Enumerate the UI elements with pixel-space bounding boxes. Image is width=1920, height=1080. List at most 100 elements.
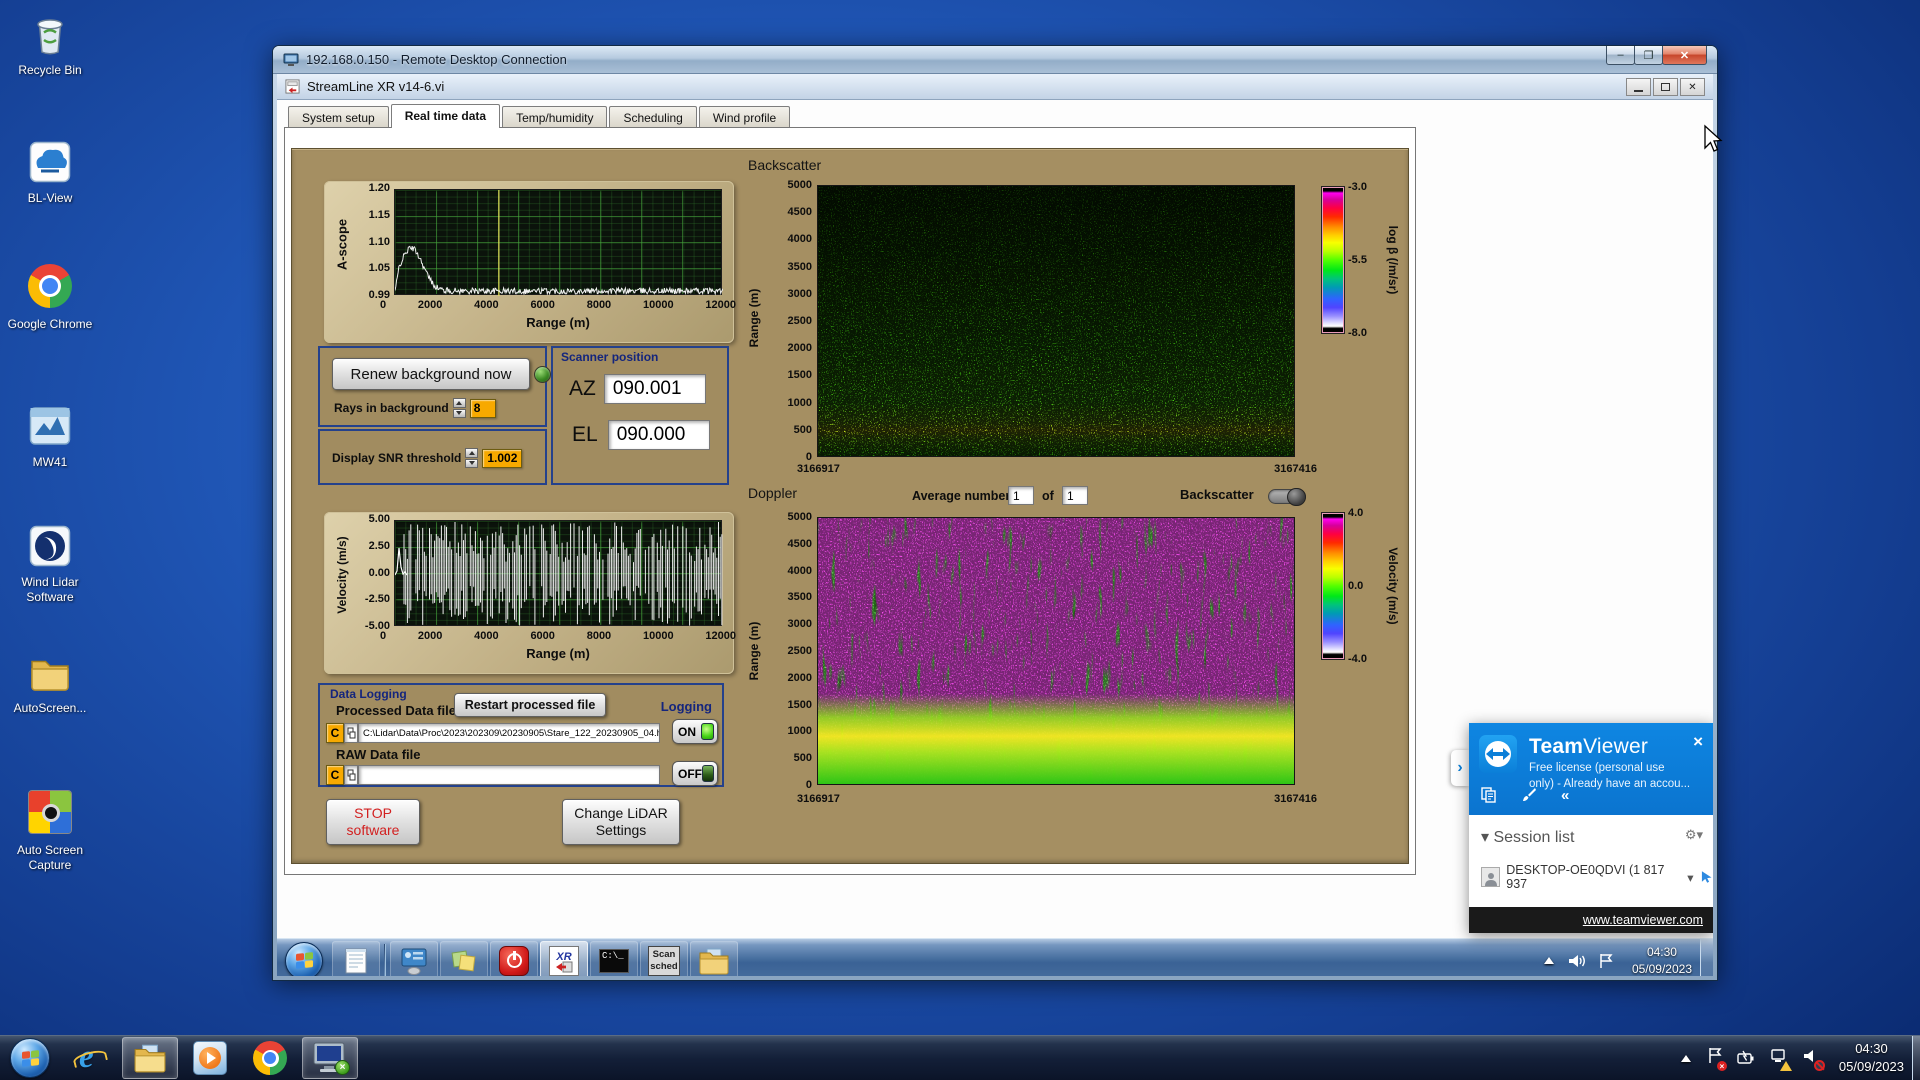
display-settings-icon [401,948,427,975]
doppler-heatmap[interactable] [817,517,1295,785]
backscatter-colorbar-label: log β (/m/sr) [1386,225,1400,295]
collapse-icon[interactable]: « [1561,787,1569,807]
tick-label: 0 [380,299,387,311]
remote-start-button[interactable] [285,941,323,976]
el-value-field[interactable]: 090.000 [607,420,710,450]
tray-expand-icon[interactable] [1543,957,1554,964]
remote-taskbar-notepad[interactable] [332,940,380,976]
backscatter-doppler-toggle[interactable] [1268,488,1306,506]
session-list-header[interactable]: ▾ Session list [1481,827,1574,847]
tab-system-setup[interactable]: System setup [288,106,389,128]
remote-taskbar-folder[interactable] [690,940,738,976]
rays-value-field[interactable]: 8 [469,398,496,418]
tick-label: 0 [805,778,812,791]
desktop-icon-autoscreen[interactable]: AutoScreen... [2,648,98,716]
gear-icon[interactable]: ⚙▾ [1685,827,1703,843]
tick-label: 1000 [787,725,812,738]
action-center-flag-icon[interactable] [1598,953,1614,969]
restart-processed-file-button[interactable]: Restart processed file [454,693,606,717]
sticky-notes-icon [451,950,476,971]
snr-spinner[interactable] [465,448,479,468]
app-close-button[interactable]: ✕ [1680,78,1705,96]
session-entry-row[interactable]: DESKTOP-OE0QDVI (1 817 937 ▾ [1481,863,1713,891]
tab-wind-profile[interactable]: Wind profile [698,106,791,128]
desktop-icon-auto-screen-capture[interactable]: Auto Screen Capture [2,788,98,873]
host-taskbar-internet-explorer[interactable]: e [62,1037,118,1079]
remote-taskbar-stop-power[interactable] [490,940,538,976]
chevron-down-icon[interactable]: ▾ [1687,870,1693,885]
host-clock[interactable]: 04:30 05/09/2023 [1831,1040,1912,1075]
drive-button[interactable]: C [326,723,344,743]
speaker-muted-icon[interactable] [1803,1048,1825,1071]
processed-logging-on-switch[interactable]: ON [672,719,718,744]
average-number-field[interactable]: 1 [1008,486,1034,505]
tick-label: 0.00 [368,566,390,579]
desktop-icon-mw41[interactable]: MW41 [2,402,98,470]
host-taskbar-media-player[interactable] [182,1037,238,1079]
teamviewer-link[interactable]: www.teamviewer.com [1583,913,1703,927]
remote-taskbar-streamline-xr[interactable]: XR [540,940,588,976]
rays-spinner[interactable] [452,398,466,418]
el-label: EL [572,423,598,446]
backscatter-heatmap[interactable] [817,185,1295,457]
copy-icon[interactable] [1481,787,1497,807]
velocity-x-axis-label: Range (m) [526,646,590,661]
rdp-window: 192.168.0.150 - Remote Desktop Connectio… [272,45,1718,981]
tick-label: -4.0 [1348,653,1367,665]
desktop-icon-google-chrome[interactable]: Google Chrome [2,262,98,332]
rdp-minimize-button[interactable]: – [1606,46,1635,65]
network-status-icon[interactable] [1771,1048,1792,1071]
remote-taskbar-scan-scheduler[interactable]: Scan sched [640,940,688,976]
desktop-icon-bl-view[interactable]: BL-View [2,138,98,206]
processed-path-field[interactable]: C:\Lidar\Data\Proc\2023\202309\20230905\… [358,723,660,743]
stop-software-button[interactable]: STOP software [326,799,420,845]
host-taskbar-chrome[interactable] [242,1037,298,1079]
remote-show-desktop-button[interactable] [1700,939,1713,976]
rdp-restore-button[interactable]: ❐ [1634,46,1663,65]
renew-background-button[interactable]: Renew background now [332,358,530,390]
remote-taskbar-display-settings[interactable] [390,940,438,976]
tick-label: 4.0 [1348,507,1364,519]
connect-cursor-icon[interactable] [1700,870,1713,884]
teamviewer-logo-icon [1479,735,1517,773]
velocity-plot-area[interactable] [394,520,723,626]
host-show-desktop-button[interactable] [1912,1036,1920,1080]
desktop-icon-wind-lidar[interactable]: Wind Lidar Software [2,522,98,605]
app-title-bar[interactable]: StreamLine XR v14-6.vi ✕ [277,74,1713,100]
change-lidar-settings-button[interactable]: Change LiDAR Settings [562,799,680,845]
raw-logging-off-switch[interactable]: OFF [672,761,718,786]
teamviewer-expander-tab[interactable]: › [1451,750,1469,786]
speaker-icon[interactable] [1568,953,1586,969]
host-taskbar-remote-desktop[interactable]: × [302,1037,358,1079]
tray-expand-icon[interactable] [1680,1054,1691,1062]
tab-temp-humidity[interactable]: Temp/humidity [502,106,608,128]
host-start-button[interactable] [10,1038,50,1078]
power-icon [499,945,529,976]
ascope-plot-area[interactable] [394,189,724,296]
teamviewer-close-icon[interactable]: × [1693,733,1703,750]
host-taskbar-windows-explorer[interactable] [122,1037,178,1079]
desktop-icon-recycle-bin[interactable]: Recycle Bin [2,10,98,78]
brush-icon[interactable] [1521,787,1537,807]
raw-path-field[interactable] [358,765,660,785]
mw41-icon [26,402,74,450]
app-restore-button[interactable] [1653,78,1678,96]
rdp-title-bar[interactable]: 192.168.0.150 - Remote Desktop Connectio… [273,46,1717,74]
desktop-icon-label: AutoScreen... [13,701,87,715]
snr-value-field[interactable]: 1.002 [482,448,523,468]
host-taskbar: e × × 04:30 05/09/2023 [0,1035,1920,1080]
drive-button-raw[interactable]: C [326,765,344,785]
remote-clock[interactable]: 04:30 05/09/2023 [1624,944,1700,976]
tab-real-time-data[interactable]: Real time data [390,104,501,128]
browse-icon[interactable] [344,723,358,743]
remote-taskbar-sticky-notes[interactable] [440,940,488,976]
battery-power-icon[interactable] [1737,1050,1757,1066]
average-total-field[interactable]: 1 [1062,486,1088,505]
rdp-close-button[interactable]: ✕ [1662,46,1707,65]
flag-alert-icon[interactable]: × [1707,1047,1727,1071]
az-value-field[interactable]: 090.001 [603,374,706,404]
tab-scheduling[interactable]: Scheduling [609,106,697,128]
remote-taskbar-command-prompt[interactable]: C:\_ [590,940,638,976]
browse-icon-raw[interactable] [344,765,358,785]
app-minimize-button[interactable] [1626,78,1651,96]
